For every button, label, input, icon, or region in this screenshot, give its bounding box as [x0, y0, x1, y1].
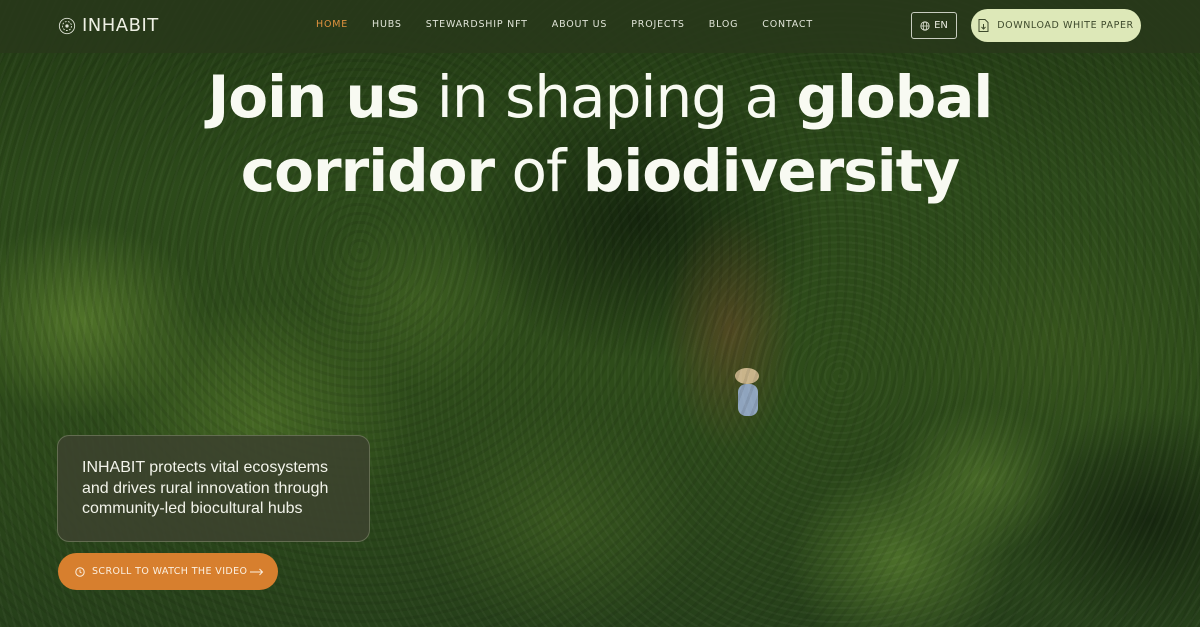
language-label: EN	[934, 20, 948, 31]
document-download-icon	[978, 19, 989, 32]
scroll-to-video-button[interactable]: SCROLL TO WATCH THE VIDEO	[58, 553, 278, 590]
logo[interactable]: INHABIT	[58, 15, 159, 36]
logo-mark-icon	[58, 17, 76, 34]
navbar: INHABIT HOME HUBS STEWARDSHIP NFT ABOUT …	[0, 0, 1200, 53]
nav-item-contact[interactable]: CONTACT	[762, 19, 813, 30]
nav-item-stewardship-nft[interactable]: STEWARDSHIP NFT	[426, 19, 528, 30]
nav-links: HOME HUBS STEWARDSHIP NFT ABOUT US PROJE…	[316, 19, 837, 30]
nav-item-hubs[interactable]: HUBS	[372, 19, 402, 30]
download-white-paper-button[interactable]: DOWNLOAD WHITE PAPER	[971, 9, 1141, 42]
hero-description-card: INHABIT protects vital ecosystems and dr…	[57, 435, 370, 542]
arrow-right-icon	[250, 568, 264, 575]
download-white-paper-label: DOWNLOAD WHITE PAPER	[997, 20, 1134, 31]
nav-item-projects[interactable]: PROJECTS	[631, 19, 684, 30]
headline-segment: of	[494, 137, 583, 205]
hero-description: INHABIT protects vital ecosystems and dr…	[82, 459, 329, 517]
headline-segment: biodiversity	[582, 137, 960, 205]
headline-segment: global	[796, 63, 994, 131]
headline-segment: Join us	[207, 63, 421, 131]
headline-segment: in shaping a	[419, 63, 797, 131]
clock-icon	[75, 566, 85, 577]
logo-text: INHABIT	[82, 15, 159, 36]
hero-headline-line-2: corridor of biodiversity	[0, 134, 1200, 208]
scroll-to-video-label: SCROLL TO WATCH THE VIDEO	[92, 566, 248, 577]
hero-person-figure	[732, 368, 762, 420]
headline-segment: corridor	[240, 137, 495, 205]
hero-headline-line-1: Join us in shaping a global	[0, 60, 1200, 134]
nav-item-about-us[interactable]: ABOUT US	[552, 19, 608, 30]
nav-item-home[interactable]: HOME	[316, 19, 348, 30]
hero-headline: Join us in shaping a global corridor of …	[0, 60, 1200, 208]
language-selector-button[interactable]: EN	[911, 12, 957, 39]
globe-icon	[920, 20, 930, 31]
nav-item-blog[interactable]: BLOG	[709, 19, 739, 30]
